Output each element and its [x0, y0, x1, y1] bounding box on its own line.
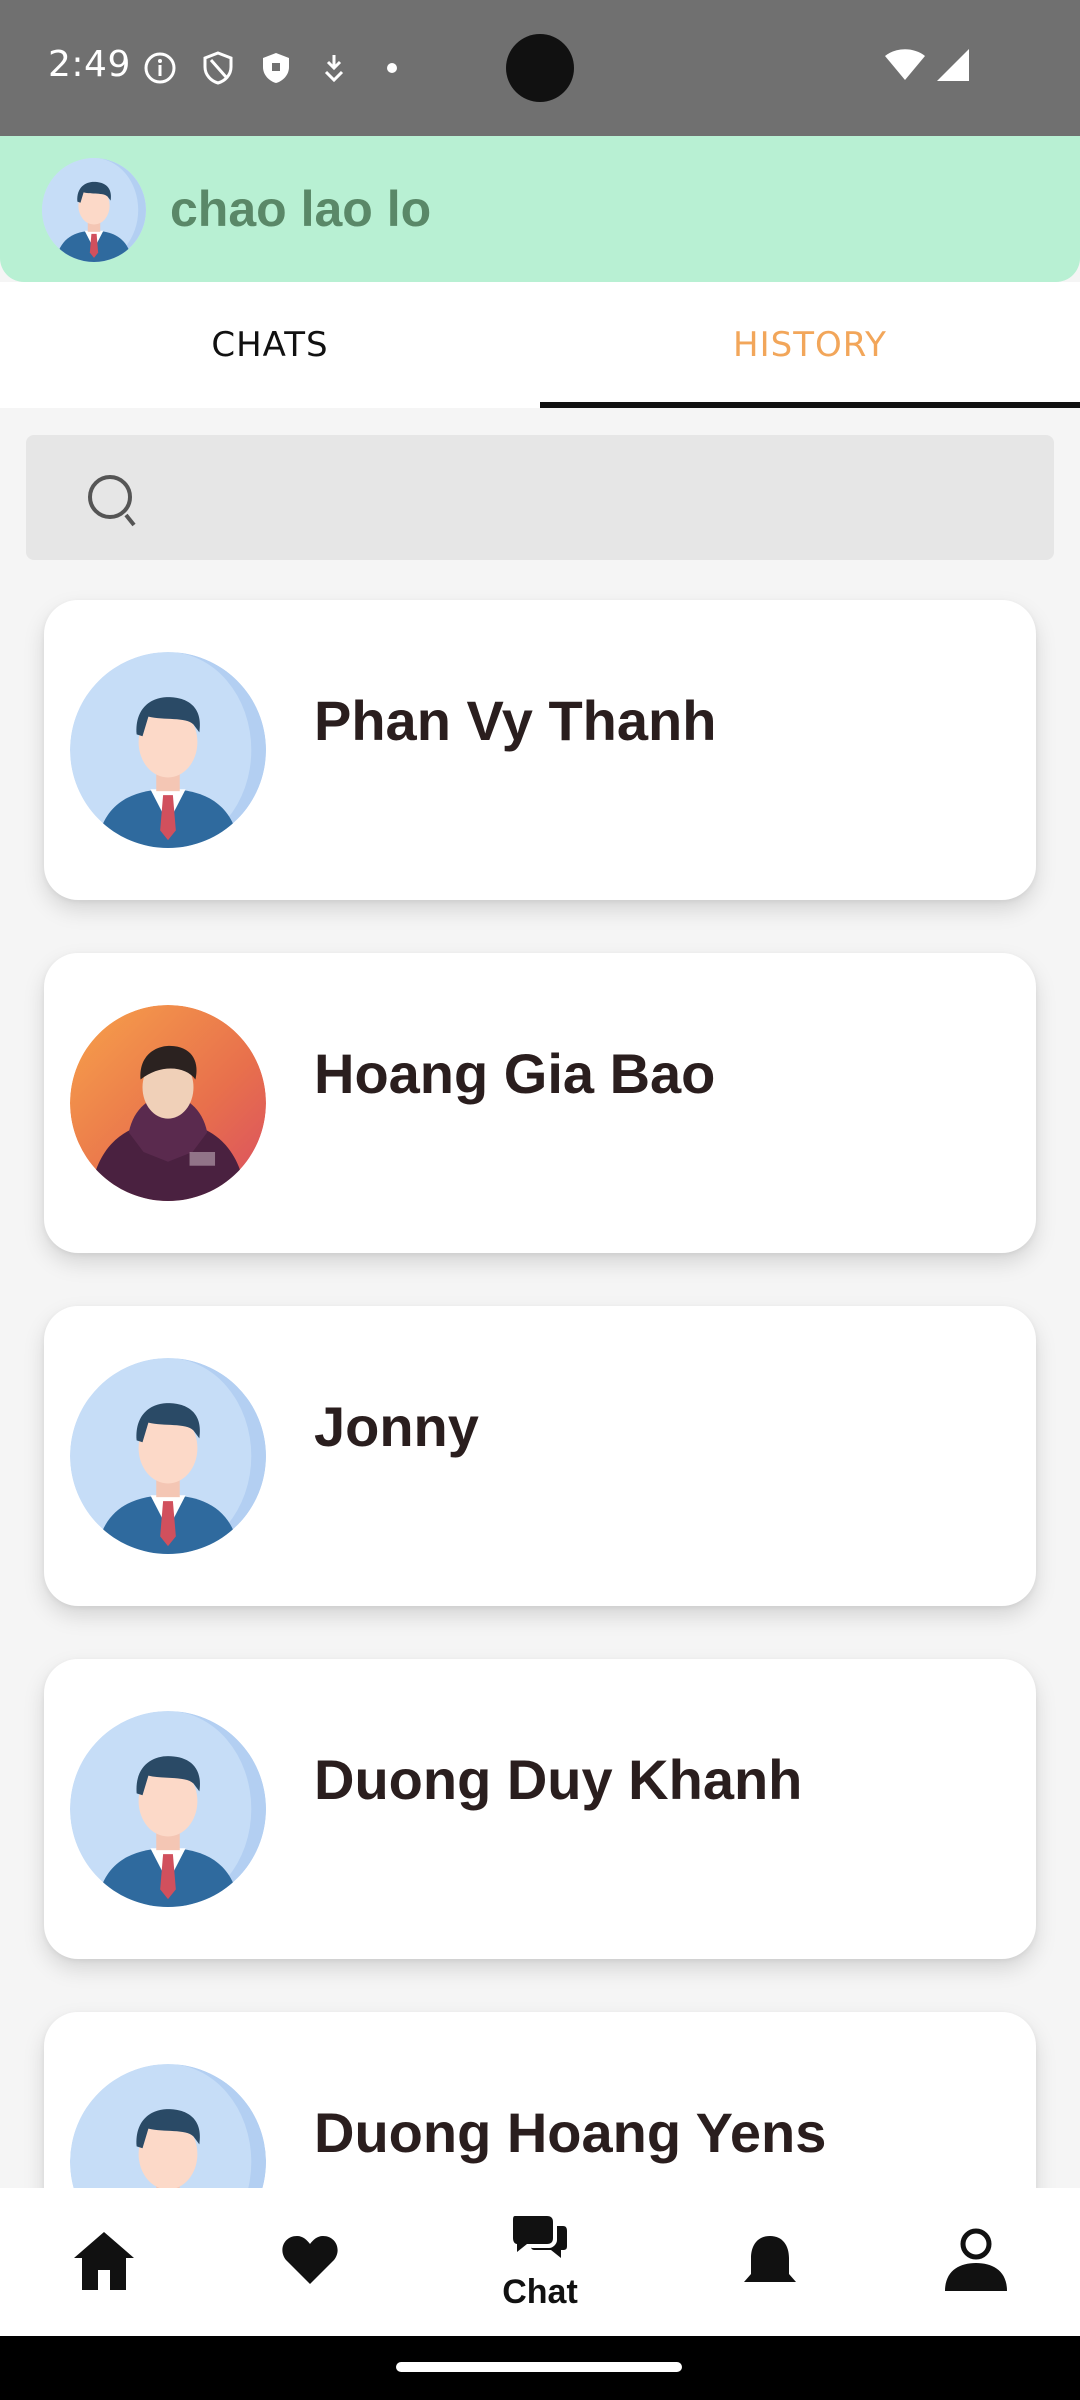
- signal-icon: [936, 48, 970, 87]
- app-header: chao lao lo: [0, 136, 1080, 282]
- tab-bar: CHATS HISTORY: [0, 282, 1080, 408]
- contact-card[interactable]: Duong Hoang Yens: [44, 2012, 1036, 2188]
- dot-icon: [374, 50, 410, 86]
- contact-card[interactable]: Hoang Gia Bao: [44, 953, 1036, 1253]
- status-system-icons: [884, 48, 970, 87]
- contact-card[interactable]: Phan Vy Thanh: [44, 600, 1036, 900]
- default-avatar: [70, 1358, 266, 1554]
- nav-favorites[interactable]: [260, 2188, 360, 2336]
- gesture-handle[interactable]: [396, 2362, 682, 2372]
- contact-name: Duong Duy Khanh: [314, 1748, 803, 1811]
- heart-icon: [282, 2234, 338, 2291]
- nav-profile[interactable]: [926, 2188, 1026, 2336]
- default-avatar: [70, 652, 266, 848]
- shield-filled-icon: [258, 50, 294, 86]
- bell-icon: [741, 2232, 799, 2293]
- default-avatar: [70, 1711, 266, 1907]
- contact-name: Duong Hoang Yens: [314, 2101, 827, 2164]
- tab-history[interactable]: HISTORY: [540, 282, 1080, 408]
- contact-list: Phan Vy Thanh Hoang Gia Bao Jonny Duong …: [0, 560, 1080, 2188]
- info-icon: [142, 50, 178, 86]
- contact-card[interactable]: Duong Duy Khanh: [44, 1659, 1036, 1959]
- status-bar: 2:49: [0, 0, 1080, 136]
- gesture-bar: [0, 2336, 1080, 2400]
- shield-outline-icon: [200, 50, 236, 86]
- status-notification-icons: [142, 50, 410, 86]
- tab-history-label: HISTORY: [733, 325, 887, 365]
- header-avatar[interactable]: [42, 158, 146, 262]
- bottom-nav: Chat: [0, 2188, 1080, 2336]
- search-input[interactable]: [26, 435, 1054, 560]
- tab-chats[interactable]: CHATS: [0, 282, 540, 408]
- download-icon: [316, 50, 352, 86]
- status-time: 2:49: [48, 44, 131, 85]
- default-avatar: [70, 2064, 266, 2188]
- search-icon: [84, 471, 144, 531]
- header-user-name: chao lao lo: [170, 181, 432, 237]
- wifi-icon: [884, 48, 926, 87]
- contact-name: Phan Vy Thanh: [314, 689, 717, 752]
- home-icon: [72, 2228, 136, 2297]
- tab-active-indicator: [540, 402, 1080, 408]
- person-icon: [943, 2227, 1009, 2298]
- app-screen: 2:49 chao lao lo CHATS HISTORY Phan Vy T…: [0, 0, 1080, 2400]
- nav-chat-label: Chat: [502, 2273, 578, 2311]
- nav-notifications[interactable]: [720, 2188, 820, 2336]
- contact-name: Hoang Gia Bao: [314, 1042, 716, 1105]
- chat-icon: [511, 2212, 569, 2269]
- contact-name: Jonny: [314, 1395, 479, 1458]
- photo-avatar: [70, 1005, 266, 1201]
- contact-card[interactable]: Jonny: [44, 1306, 1036, 1606]
- nav-home[interactable]: [54, 2188, 154, 2336]
- nav-chat[interactable]: Chat: [470, 2188, 610, 2336]
- camera-cutout: [506, 34, 574, 102]
